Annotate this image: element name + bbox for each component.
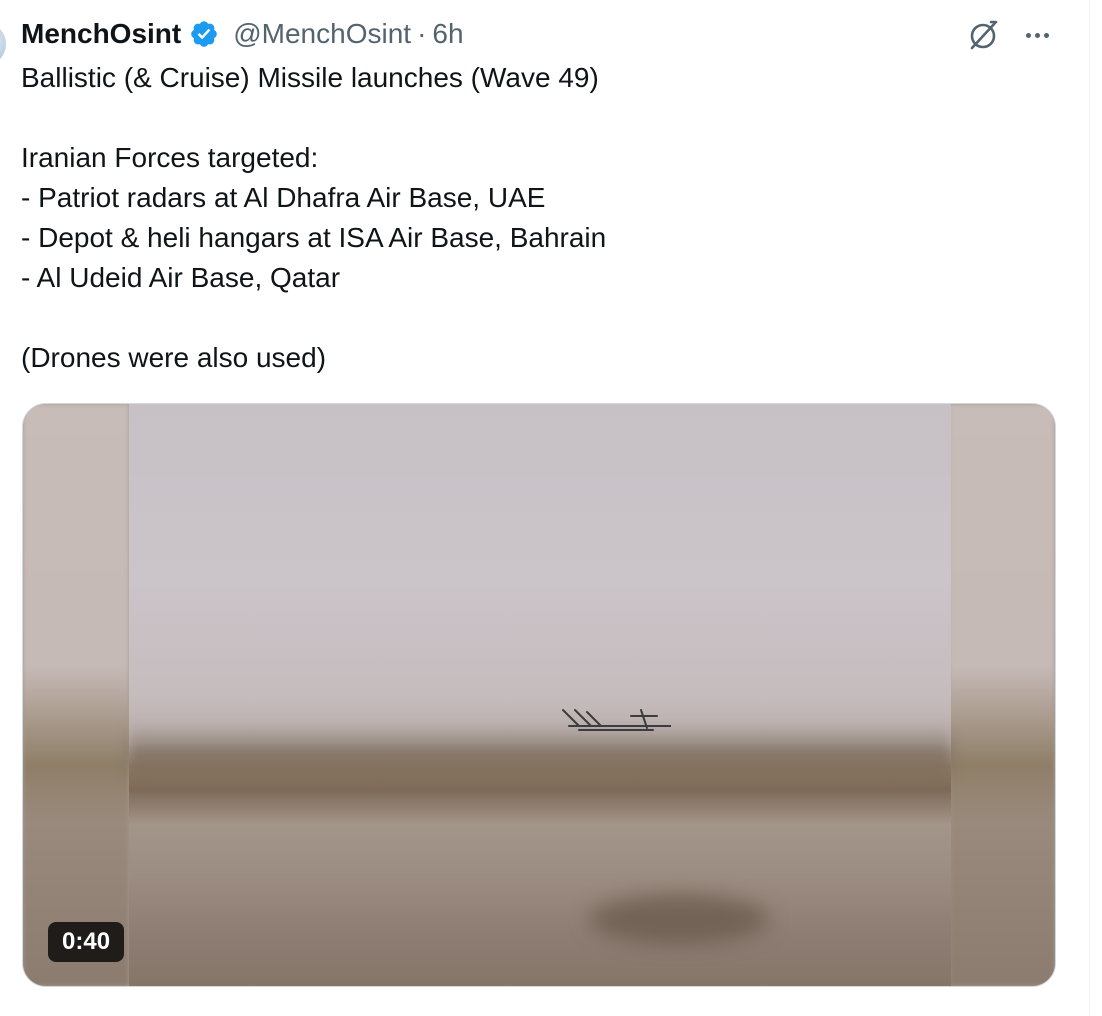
grok-icon[interactable]: [965, 17, 1001, 53]
tweet-text-line: (Drones were also used): [21, 342, 327, 373]
video-duration: 0:40: [48, 922, 125, 962]
column-divider: [1089, 0, 1090, 1016]
video-pillarbox-right: [949, 404, 1055, 986]
tweet-text-blank: [21, 98, 1061, 138]
post-time[interactable]: 6h: [432, 14, 463, 54]
tweet-text-line: Ballistic (& Cruise) Missile launches (W…: [21, 62, 599, 93]
video-frame[interactable]: [129, 404, 951, 986]
verified-badge-icon[interactable]: [189, 19, 219, 49]
avatar[interactable]: [0, 22, 6, 66]
drone-silhouettes: [562, 709, 671, 731]
handle[interactable]: @MenchOsint: [233, 14, 411, 54]
tweet-text-line: Iranian Forces targeted:: [21, 142, 319, 173]
tweet-text-line: - Depot & heli hangars at ISA Air Base, …: [21, 222, 607, 253]
tweet-text-line: - Patriot radars at Al Dhafra Air Base, …: [21, 182, 546, 213]
tweet-text-line: - Al Udeid Air Base, Qatar: [21, 262, 341, 293]
horizon-haze: [129, 724, 951, 784]
more-options-icon[interactable]: [1017, 18, 1057, 52]
display-name[interactable]: MenchOsint: [21, 14, 181, 54]
tweet[interactable]: MenchOsint @MenchOsint · 6h Ballistic (&…: [0, 0, 1102, 1016]
tweet-text-blank: [21, 298, 1061, 338]
tweet-header: MenchOsint @MenchOsint · 6h: [21, 14, 464, 54]
separator-dot: ·: [417, 18, 427, 49]
tweet-text: Ballistic (& Cruise) Missile launches (W…: [21, 58, 1061, 378]
video-player[interactable]: 0:40: [22, 403, 1056, 987]
video-pillarbox-left: [23, 404, 129, 986]
ground-shadow: [589, 894, 769, 944]
